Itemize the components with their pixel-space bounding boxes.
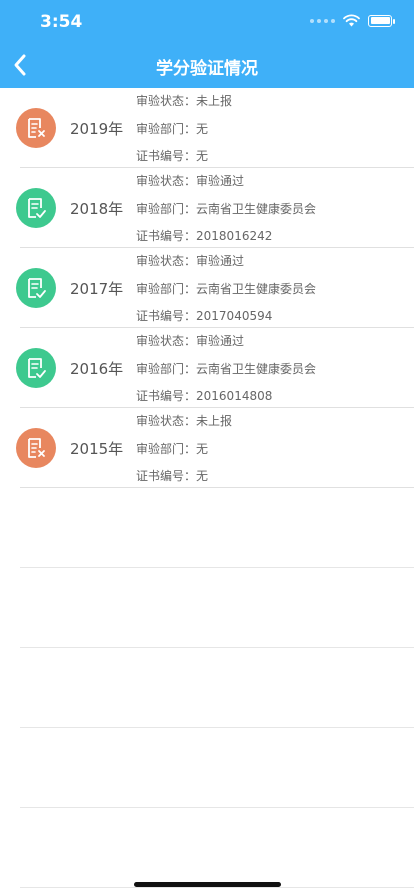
cert-label: 证书编号： [136,149,197,163]
record-row[interactable]: 2016年 审验状态：审验通过 审验部门：云南省卫生健康委员会 证书编号：201601… [0,328,414,408]
home-indicator [134,882,281,887]
cert-line: 证书编号：无 [136,147,208,164]
record-icon-badge [16,108,56,148]
cert-value: 2017040594 [196,309,273,323]
record-icon-badge [16,428,56,468]
status-line: 审验状态：未上报 [136,412,232,429]
record-icon-badge [16,268,56,308]
battery-icon [368,14,395,27]
cert-value: 无 [196,149,209,163]
cert-value: 无 [196,469,209,483]
cert-label: 证书编号： [136,469,197,483]
status-icons [310,14,395,27]
doc-x-icon [24,436,48,460]
header-bar: 3:54 学分验证情况 [0,0,414,88]
doc-check-icon [24,276,48,300]
cert-line: 证书编号：2017040594 [136,307,272,324]
dept-label: 审验部门： [136,282,197,296]
status-line: 审验状态：审验通过 [136,172,244,189]
page-title: 学分验证情况 [156,59,258,79]
record-year: 2018年 [70,200,124,218]
empty-row [0,488,414,568]
record-row[interactable]: 2015年 审验状态：未上报 审验部门：无 证书编号：无 [0,408,414,488]
status-label: 审验状态： [136,254,197,268]
dept-line: 审验部门：无 [136,120,208,137]
dept-value: 云南省卫生健康委员会 [196,362,317,376]
status-label: 审验状态： [136,94,197,108]
wifi-icon [343,14,360,27]
dept-value: 无 [196,122,209,136]
doc-x-icon [24,116,48,140]
cert-line: 证书编号：无 [136,467,208,484]
dept-label: 审验部门： [136,202,197,216]
empty-row [0,808,414,888]
status-value: 审验通过 [196,334,245,348]
status-label: 审验状态： [136,414,197,428]
record-year: 2017年 [70,280,124,298]
status-value: 未上报 [196,94,233,108]
record-year: 2016年 [70,360,124,378]
status-line: 审验状态：审验通过 [136,332,244,349]
status-value: 审验通过 [196,254,245,268]
record-year: 2019年 [70,120,124,138]
record-row[interactable]: 2018年 审验状态：审验通过 审验部门：云南省卫生健康委员会 证书编号：201801… [0,168,414,248]
cert-line: 证书编号：2016014808 [136,387,272,404]
cert-value: 2018016242 [196,229,273,243]
doc-check-icon [24,196,48,220]
dept-value: 云南省卫生健康委员会 [196,282,317,296]
cert-label: 证书编号： [136,389,197,403]
dept-label: 审验部门： [136,362,197,376]
dept-line: 审验部门：云南省卫生健康委员会 [136,360,316,377]
status-time: 3:54 [40,12,83,32]
record-year: 2015年 [70,440,124,458]
dept-label: 审验部门： [136,122,197,136]
cert-line: 证书编号：2018016242 [136,227,272,244]
status-label: 审验状态： [136,174,197,188]
signal-icon [310,18,335,23]
record-icon-badge [16,188,56,228]
cert-value: 2016014808 [196,389,273,403]
dept-line: 审验部门：无 [136,440,208,457]
dept-line: 审验部门：云南省卫生健康委员会 [136,280,316,297]
record-row[interactable]: 2017年 审验状态：审验通过 审验部门：云南省卫生健康委员会 证书编号：201704… [0,248,414,328]
dept-value: 云南省卫生健康委员会 [196,202,317,216]
dept-value: 无 [196,442,209,456]
empty-list-area [0,488,414,888]
record-row[interactable]: 2019年 审验状态：未上报 审验部门：无 证书编号：无 [0,88,414,168]
status-value: 审验通过 [196,174,245,188]
status-line: 审验状态：未上报 [136,92,232,109]
status-label: 审验状态： [136,334,197,348]
dept-line: 审验部门：云南省卫生健康委员会 [136,200,316,217]
record-list: 2019年 审验状态：未上报 审验部门：无 证书编号：无 2018年 审验状态：审验通过审… [0,88,414,488]
dept-label: 审验部门： [136,442,197,456]
status-value: 未上报 [196,414,233,428]
empty-row [0,568,414,648]
empty-row [0,728,414,808]
empty-row [0,648,414,728]
cert-label: 证书编号： [136,229,197,243]
record-icon-badge [16,348,56,388]
doc-check-icon [24,356,48,380]
cert-label: 证书编号： [136,309,197,323]
status-line: 审验状态：审验通过 [136,252,244,269]
